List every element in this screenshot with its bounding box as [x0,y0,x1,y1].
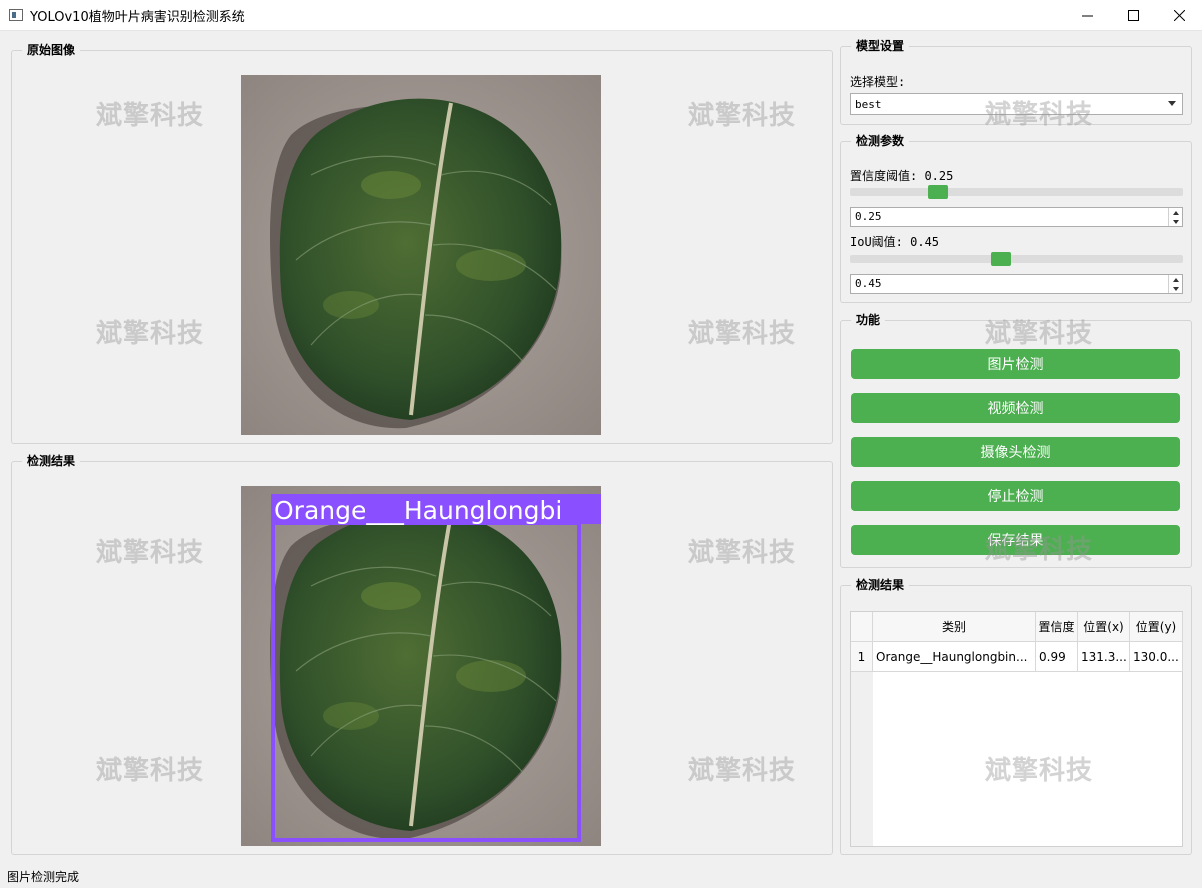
conf-spinbox-value: 0.25 [855,210,882,223]
watermark: 斌擎科技 [96,756,205,786]
spin-down-icon[interactable] [1168,217,1182,226]
functions-panel: 功能 图片检测 视频检测 摄像头检测 停止检测 保存结果 斌擎科技 斌擎科技 [840,312,1192,568]
title-bar: YOLOv10植物叶片病害识别检测系统 [0,0,1202,31]
camera-detect-button[interactable]: 摄像头检测 [851,437,1180,467]
watermark: 斌擎科技 [96,101,205,131]
column-header-conf[interactable]: 置信度 [1036,612,1078,642]
result-image-title: 检测结果 [22,453,81,469]
column-header-x[interactable]: 位置(x) [1078,612,1130,642]
conf-threshold-label: 置信度阈值: 0.25 [850,169,954,183]
maximize-button[interactable] [1110,0,1156,31]
chevron-down-icon [1168,101,1176,106]
results-panel: 检测结果 类别 置信度 位置(x) 位置(y) 1 Orange__Haungl… [840,577,1192,855]
iou-threshold-label: IoU阈值: 0.45 [850,235,940,249]
status-bar: 图片检测完成 [7,870,80,884]
image-detect-button[interactable]: 图片检测 [851,349,1180,379]
result-image-panel: 检测结果 斌擎科技 斌擎科技 斌擎科技 斌擎科技 Orange___Haungl… [11,453,833,855]
functions-title: 功能 [851,312,886,328]
table-cell-y[interactable]: 130.0... [1130,642,1183,672]
model-select[interactable]: best [850,93,1183,115]
leaf-image [241,75,601,435]
stop-detect-button[interactable]: 停止检测 [851,481,1180,511]
row-header[interactable]: 1 [851,642,873,672]
save-results-button[interactable]: 保存结果 [851,525,1180,555]
detection-params-title: 检测参数 [851,133,910,149]
conf-spinbox[interactable]: 0.25 [850,207,1183,227]
window-title: YOLOv10植物叶片病害识别检测系统 [30,9,245,25]
watermark: 斌擎科技 [688,538,797,568]
iou-spinbox[interactable]: 0.45 [850,274,1183,294]
original-image-panel: 原始图像 斌擎科技 斌擎科技 斌擎科技 斌擎科技 [11,42,833,444]
table-corner [851,612,873,642]
maximize-icon [1127,9,1139,21]
conf-slider[interactable] [850,185,1183,199]
result-image: Orange___Haunglongbi [241,486,601,846]
conf-slider-handle[interactable] [928,185,948,199]
leaf-detection-image: Orange___Haunglongbi [241,486,601,846]
table-cell-x[interactable]: 131.3... [1078,642,1130,672]
model-settings-panel: 模型设置 选择模型: best 斌擎科技 [840,38,1192,130]
watermark: 斌擎科技 [985,319,1094,349]
spin-up-icon[interactable] [1168,275,1182,284]
app-icon [9,9,23,21]
watermark: 斌擎科技 [688,319,797,349]
watermark: 斌擎科技 [985,756,1094,786]
model-select-value: best [855,97,882,111]
results-title: 检测结果 [851,577,910,593]
table-cell-class[interactable]: Orange__Haunglongbin... [873,642,1036,672]
close-button[interactable] [1156,0,1202,31]
original-image [241,75,601,435]
watermark: 斌擎科技 [96,319,205,349]
watermark: 斌擎科技 [96,538,205,568]
row-header-column [851,672,873,846]
watermark: 斌擎科技 [688,101,797,131]
minimize-icon [1081,15,1093,16]
model-select-label: 选择模型: [850,75,906,89]
results-table[interactable]: 类别 置信度 位置(x) 位置(y) 1 Orange__Haunglongbi… [850,611,1183,847]
iou-slider[interactable] [850,252,1183,266]
detection-label: Orange___Haunglongbi [274,496,562,525]
table-cell-conf[interactable]: 0.99 [1036,642,1078,672]
column-header-class[interactable]: 类别 [873,612,1036,642]
iou-spinbox-value: 0.45 [855,277,882,290]
original-image-title: 原始图像 [22,42,81,58]
video-detect-button[interactable]: 视频检测 [851,393,1180,423]
minimize-button[interactable] [1064,0,1110,31]
iou-slider-handle[interactable] [991,252,1011,266]
spin-up-icon[interactable] [1168,208,1182,217]
close-icon [1173,9,1185,21]
model-settings-title: 模型设置 [851,38,910,54]
column-header-y[interactable]: 位置(y) [1130,612,1183,642]
detection-params-panel: 检测参数 置信度阈值: 0.25 0.25 IoU阈值: 0.45 0.45 [840,133,1192,303]
spin-down-icon[interactable] [1168,284,1182,293]
watermark: 斌擎科技 [688,756,797,786]
